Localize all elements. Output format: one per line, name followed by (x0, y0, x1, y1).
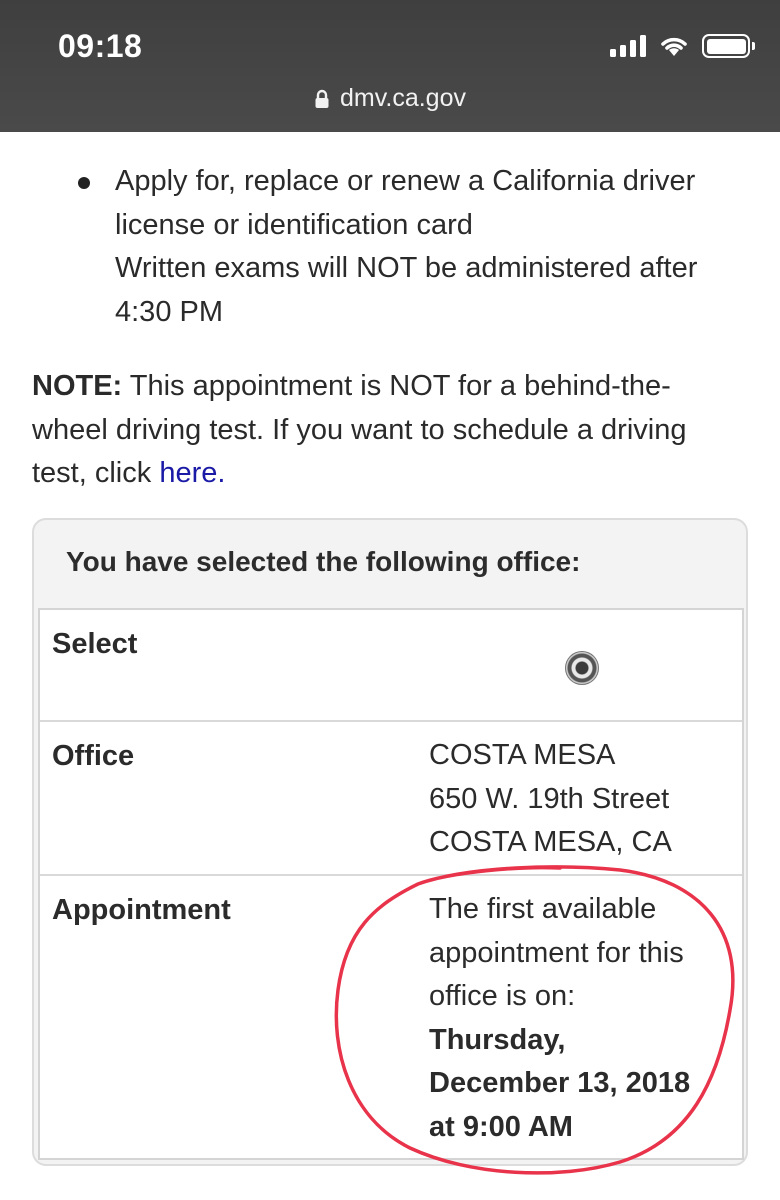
office-address: COSTA MESA 650 W. 19th Street COSTA MESA… (429, 739, 672, 858)
status-bar: 09:18 dmv.ca.gov (0, 0, 780, 132)
appointment-date: Thursday, December 13, 2018 at 9:00 AM (429, 1023, 691, 1143)
table-row-appointment: Appointment The first available appointm… (40, 876, 742, 1162)
note-paragraph: NOTE: This appointment is NOT for a behi… (32, 370, 687, 489)
office-table: Select Office COSTA MESA 650 W. 19th Str… (38, 608, 744, 1160)
office-label: Office (52, 740, 135, 772)
address-bar[interactable]: dmv.ca.gov (0, 84, 780, 113)
wifi-icon (661, 37, 687, 56)
signal-icon (610, 35, 646, 57)
url-text: dmv.ca.gov (340, 84, 466, 112)
select-label: Select (52, 628, 138, 660)
system-icons (610, 34, 755, 58)
appointment-details: The first available appointment for this… (429, 888, 690, 1149)
table-row-select: Select (40, 610, 742, 722)
clock: 09:18 (58, 28, 143, 64)
appointment-label: Appointment (52, 894, 231, 926)
note-label: NOTE: (32, 370, 123, 402)
selected-office-panel: You have selected the following office: … (32, 518, 748, 1166)
table-row-office: Office COSTA MESA 650 W. 19th Street COS… (40, 722, 742, 876)
panel-title: You have selected the following office: (66, 546, 581, 577)
lock-icon (315, 89, 329, 108)
driving-test-link[interactable]: here. (159, 457, 225, 489)
service-list: Apply for, replace or renew a California… (78, 160, 768, 334)
list-item: Apply for, replace or renew a California… (78, 160, 768, 334)
office-radio-button[interactable] (565, 651, 599, 685)
bullet-icon (78, 177, 90, 189)
battery-icon (702, 34, 755, 58)
